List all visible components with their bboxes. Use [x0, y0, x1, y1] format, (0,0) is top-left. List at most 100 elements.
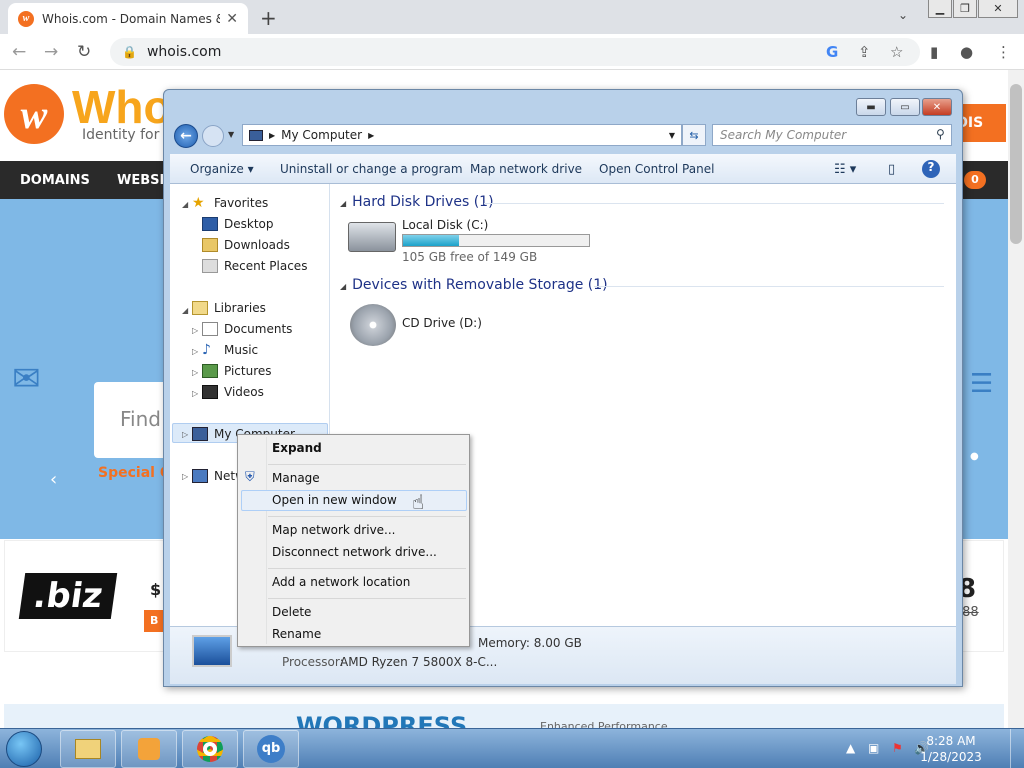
collapse-icon[interactable]: ◢	[340, 282, 346, 291]
processor-label: Processor:	[282, 655, 344, 669]
promo-buy-button[interactable]: B	[144, 610, 164, 632]
expand-icon[interactable]: ▷	[182, 430, 188, 439]
forward-icon[interactable]: →	[44, 42, 58, 62]
back-icon[interactable]: ←	[12, 42, 26, 62]
collapse-icon[interactable]: ◢	[182, 306, 188, 315]
share-icon[interactable]: ⇪	[858, 43, 871, 61]
menu-expand[interactable]: Expand	[272, 441, 322, 455]
help-icon[interactable]: ?	[922, 160, 940, 178]
show-hidden-icons-icon[interactable]: ▲	[846, 741, 855, 755]
explorer-maximize-icon[interactable]: ▭	[890, 98, 920, 116]
expand-icon[interactable]: ▷	[192, 326, 198, 335]
mail-icon: ✉	[12, 359, 41, 399]
cart-count-badge[interactable]: 0	[964, 171, 986, 189]
expand-icon[interactable]: ▷	[192, 389, 198, 398]
breadcrumb-chevron-icon[interactable]: ▶	[368, 131, 374, 140]
search-icon[interactable]: ⚲	[936, 127, 945, 141]
minimize-icon[interactable]: ▁	[928, 0, 952, 18]
qbittorrent-taskbar-button[interactable]: qb	[243, 730, 299, 768]
menu-gutter	[266, 437, 267, 644]
nav-music[interactable]: ♪ Music	[202, 343, 258, 357]
google-lens-icon[interactable]: G	[826, 43, 838, 61]
scrollbar-thumb[interactable]	[1010, 84, 1022, 244]
open-control-panel-button[interactable]: Open Control Panel	[599, 162, 714, 176]
show-desktop-button[interactable]	[1010, 729, 1024, 768]
new-tab-icon[interactable]: +	[260, 6, 277, 30]
change-view-icon[interactable]: ☷ ▾	[834, 162, 856, 177]
breadcrumb-chevron-icon[interactable]: ▶	[269, 131, 275, 140]
action-center-icon[interactable]: ⚑	[892, 741, 903, 755]
computer-monitor-icon	[192, 635, 232, 667]
network-tray-icon[interactable]: ▣	[868, 741, 879, 755]
nav-videos[interactable]: Videos	[202, 385, 264, 399]
uninstall-program-button[interactable]: Uninstall or change a program	[280, 162, 463, 176]
chrome-taskbar-button[interactable]	[182, 730, 238, 768]
system-clock[interactable]: 8:28 AM 1/28/2023	[920, 733, 982, 765]
recent-pages-icon[interactable]: ▼	[228, 130, 234, 139]
nav-favorites[interactable]: ★ Favorites	[192, 196, 268, 210]
hard-disk-icon[interactable]	[348, 222, 396, 252]
collapse-icon[interactable]: ◢	[340, 199, 346, 208]
media-player-taskbar-button[interactable]	[121, 730, 177, 768]
tab-search-icon[interactable]: ⌄	[898, 8, 908, 22]
special-offer-text[interactable]: Special O	[98, 465, 172, 481]
nav-domains[interactable]: DOMAINS	[20, 173, 90, 188]
side-panel-icon[interactable]: ▮	[930, 43, 938, 61]
nav-documents[interactable]: Documents	[202, 322, 292, 336]
nav-libraries[interactable]: Libraries	[192, 301, 266, 315]
preview-pane-icon[interactable]: ▯	[888, 162, 895, 177]
menu-separator	[268, 598, 466, 599]
carousel-prev-icon[interactable]: ‹	[50, 469, 57, 490]
local-disk-name[interactable]: Local Disk (C:)	[402, 218, 488, 232]
nav-desktop[interactable]: Desktop	[202, 217, 274, 231]
uac-shield-icon: ⛨	[245, 470, 255, 485]
menu-rename[interactable]: Rename	[272, 627, 321, 641]
computer-icon	[192, 427, 208, 441]
wordpress-text: WORDPRESS	[296, 712, 468, 728]
address-bar[interactable]: 🔒 whois.com	[110, 38, 920, 66]
nav-downloads[interactable]: Downloads	[202, 238, 290, 252]
domain-search-input[interactable]: Find	[94, 382, 174, 458]
whois-favicon-icon: w	[18, 10, 34, 27]
explorer-minimize-icon[interactable]: ▬	[856, 98, 886, 116]
menu-add-network-location[interactable]: Add a network location	[272, 575, 410, 589]
explorer-search-input[interactable]: Search My Computer	[712, 124, 952, 146]
carousel-dot-icon[interactable]: ●	[970, 451, 979, 462]
whois-logo-icon[interactable]: w	[4, 84, 64, 144]
organize-button[interactable]: Organize ▾	[190, 162, 254, 176]
close-tab-icon[interactable]: ✕	[226, 11, 238, 27]
tagline: Identity for e	[82, 127, 173, 143]
browser-tab[interactable]: w Whois.com - Domain Names & I ✕	[8, 3, 248, 34]
bookmark-star-icon[interactable]: ☆	[890, 43, 903, 61]
explorer-back-icon[interactable]: ←	[174, 124, 198, 148]
cd-drive-name[interactable]: CD Drive (D:)	[402, 316, 482, 330]
address-bar-explorer[interactable]: ▶ My Computer ▶ ▼	[242, 124, 682, 146]
collapse-icon[interactable]: ◢	[182, 200, 188, 209]
close-window-icon[interactable]: ✕	[978, 0, 1018, 18]
reload-icon[interactable]: ↻	[77, 42, 91, 62]
menu-open-new-window[interactable]: Open in new window	[272, 493, 397, 507]
context-menu: Expand ⛨ Manage Open in new window Map n…	[237, 434, 470, 647]
profile-avatar-icon[interactable]: ●	[960, 43, 973, 61]
menu-manage[interactable]: Manage	[272, 471, 320, 485]
map-network-drive-button[interactable]: Map network drive	[470, 162, 582, 176]
group-removable-storage[interactable]: ◢ Devices with Removable Storage (1)	[340, 277, 608, 293]
cd-drive-icon[interactable]	[350, 304, 396, 346]
group-hard-disk-drives[interactable]: ◢ Hard Disk Drives (1)	[340, 194, 494, 210]
menu-kebab-icon[interactable]: ⋮	[996, 43, 1011, 61]
explorer-taskbar-button[interactable]	[60, 730, 116, 768]
nav-recent-places[interactable]: Recent Places	[202, 259, 307, 273]
nav-pictures[interactable]: Pictures	[202, 364, 272, 378]
refresh-icon[interactable]: ⇆	[682, 124, 706, 146]
menu-map-network-drive[interactable]: Map network drive...	[272, 523, 396, 537]
restore-icon[interactable]: ❐	[953, 0, 977, 18]
expand-icon[interactable]: ▷	[192, 347, 198, 356]
explorer-close-icon[interactable]: ✕	[922, 98, 952, 116]
start-button-icon[interactable]	[6, 731, 42, 767]
address-dropdown-icon[interactable]: ▼	[669, 131, 675, 140]
menu-delete[interactable]: Delete	[272, 605, 311, 619]
menu-disconnect-network-drive[interactable]: Disconnect network drive...	[272, 545, 437, 559]
explorer-forward-icon[interactable]	[202, 125, 224, 147]
expand-icon[interactable]: ▷	[182, 472, 188, 481]
expand-icon[interactable]: ▷	[192, 368, 198, 377]
